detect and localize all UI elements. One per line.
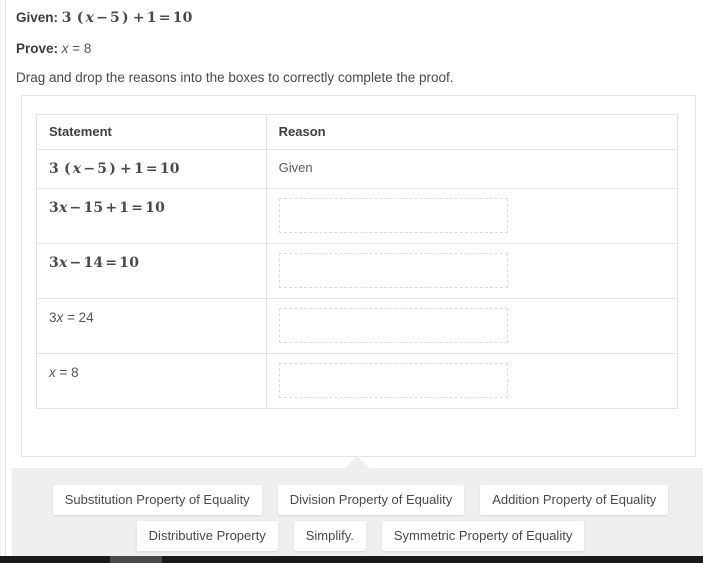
reason-cell-1: Given <box>265 149 679 189</box>
table-row: 3x −15 +1 = 10 <box>36 188 679 244</box>
statement-equation-1: 3 (x −5) +1 = 10 <box>49 161 180 177</box>
reason-dropbox-5[interactable] <box>278 363 508 398</box>
reason-cell-2 <box>265 188 679 244</box>
statement-equation-2: 3x −15 +1 = 10 <box>49 200 166 216</box>
answer-chip-simplify[interactable]: Simplify. <box>293 521 366 551</box>
answer-chip-division-property[interactable]: Division Property of Equality <box>277 485 465 515</box>
tray-notch-icon <box>345 456 369 468</box>
viewport-edge-rule <box>0 0 1 563</box>
statement-equation-5: x = 8 <box>49 365 79 380</box>
statement-equation-3: 3x −14 = 10 <box>49 255 140 271</box>
given-equation: 3 (x −5) +1 = 10 <box>61 10 193 26</box>
reason-cell-4 <box>265 298 679 354</box>
table-row: 3x −14 = 10 <box>36 243 679 299</box>
prove-equation: x = 8 <box>61 40 92 56</box>
table-header-row: Statement Reason <box>36 114 679 150</box>
statement-equation-4: 3x = 24 <box>49 310 94 325</box>
answer-chip-distributive-property[interactable]: Distributive Property <box>136 521 278 551</box>
answer-chip-row-2: Distributive Property Simplify. Symmetri… <box>12 515 703 551</box>
table-row: 3x = 24 <box>36 298 679 354</box>
horizontal-scrollbar[interactable] <box>0 556 703 563</box>
reason-dropbox-2[interactable] <box>278 198 508 233</box>
answer-chip-addition-property[interactable]: Addition Property of Equality <box>480 485 669 515</box>
scrollbar-thumb[interactable] <box>110 556 162 563</box>
reason-cell-3 <box>265 243 679 299</box>
prompt-block: Given: 3 (x −5) +1 = 10 Prove: x = 8 Drag an… <box>6 0 703 85</box>
statement-cell-2: 3x −15 +1 = 10 <box>36 188 267 244</box>
prove-label: Prove: <box>16 40 59 56</box>
given-line: Given: 3 (x −5) +1 = 10 <box>16 10 703 28</box>
statement-cell-3: 3x −14 = 10 <box>36 243 267 299</box>
column-header-statement: Statement <box>36 114 267 150</box>
statement-cell-1: 3 (x −5) +1 = 10 <box>36 149 267 189</box>
column-header-reason: Reason <box>265 114 679 150</box>
instructions-text: Drag and drop the reasons into the boxes… <box>16 70 454 86</box>
answer-chip-row-1: Substitution Property of Equality Divisi… <box>12 468 703 515</box>
reason-dropbox-3[interactable] <box>278 253 508 288</box>
table-row: 3 (x −5) +1 = 10 Given <box>36 149 679 189</box>
question-content: Given: 3 (x −5) +1 = 10 Prove: x = 8 Drag an… <box>6 0 703 563</box>
answer-bank-tray: Substitution Property of Equality Divisi… <box>12 468 703 556</box>
prove-line: Prove: x = 8 <box>16 41 703 58</box>
answer-chip-substitution-property[interactable]: Substitution Property of Equality <box>52 485 262 515</box>
given-label: Given: <box>16 10 59 25</box>
statement-cell-4: 3x = 24 <box>36 298 267 354</box>
proof-table: Statement Reason 3 (x −5) +1 = 10 Given 3x −1… <box>36 114 679 409</box>
table-row: x = 8 <box>36 353 679 409</box>
statement-cell-5: x = 8 <box>36 353 267 409</box>
reason-dropbox-4[interactable] <box>278 308 508 343</box>
answer-chip-symmetric-property[interactable]: Symmetric Property of Equality <box>381 521 585 551</box>
reason-cell-5 <box>265 353 679 409</box>
